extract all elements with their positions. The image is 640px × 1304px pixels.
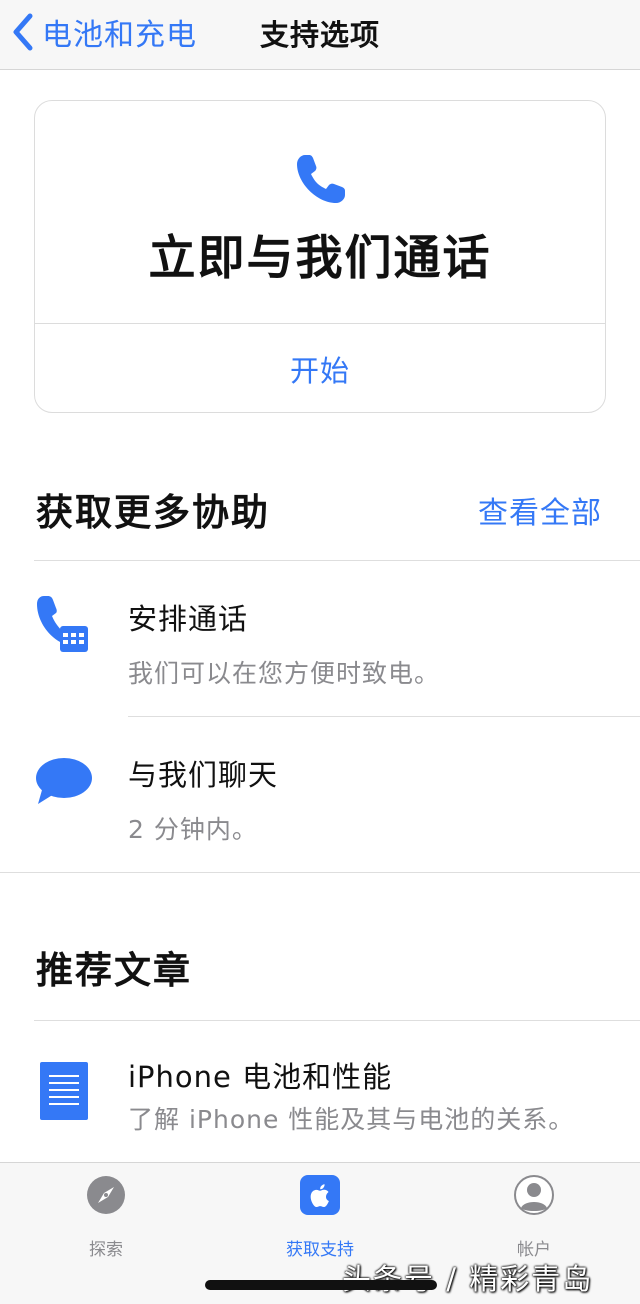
chat-subtitle: 2 分钟内。 (128, 815, 258, 844)
see-all-link[interactable]: 查看全部 (478, 488, 602, 532)
schedule-call-subtitle: 我们可以在您方便时致电。 (128, 659, 441, 688)
call-now-card: 立即与我们通话 开始 (34, 100, 606, 413)
compass-icon (87, 1176, 125, 1214)
start-call-button[interactable]: 开始 (35, 324, 605, 412)
more-help-heading: 获取更多协助 (36, 491, 270, 534)
list-item-chat[interactable] (0, 717, 640, 872)
tab-account[interactable]: 帐户 (464, 1175, 604, 1265)
chat-title: 与我们聊天 (128, 758, 279, 792)
recommended-articles-heading: 推荐文章 (36, 949, 192, 992)
phone-calendar-icon (37, 596, 88, 652)
divider (0, 872, 640, 873)
tab-explore[interactable]: 探索 (36, 1175, 176, 1265)
list-item-schedule-call[interactable] (0, 561, 640, 716)
document-icon (40, 1062, 88, 1120)
article-subtitle: 了解 iPhone 性能及其与电池的关系。 (128, 1105, 575, 1134)
page-title: 支持选项 (259, 18, 380, 52)
home-indicator[interactable] (205, 1280, 437, 1290)
tab-label: 探索 (89, 1240, 123, 1260)
chat-bubble-icon (36, 758, 92, 804)
tab-get-support[interactable]: 获取支持 (250, 1175, 390, 1265)
article-title: iPhone 电池和性能 (128, 1060, 393, 1094)
watermark-text: 头条号 / 精彩青岛 (342, 1262, 594, 1296)
person-icon (514, 1175, 554, 1215)
apple-icon (300, 1175, 340, 1215)
navigation-bar: 电池和充电 支持选项 (0, 0, 640, 70)
phone-icon (297, 155, 345, 203)
call-now-title: 立即与我们通话 (148, 231, 492, 286)
schedule-call-title: 安排通话 (128, 602, 249, 636)
